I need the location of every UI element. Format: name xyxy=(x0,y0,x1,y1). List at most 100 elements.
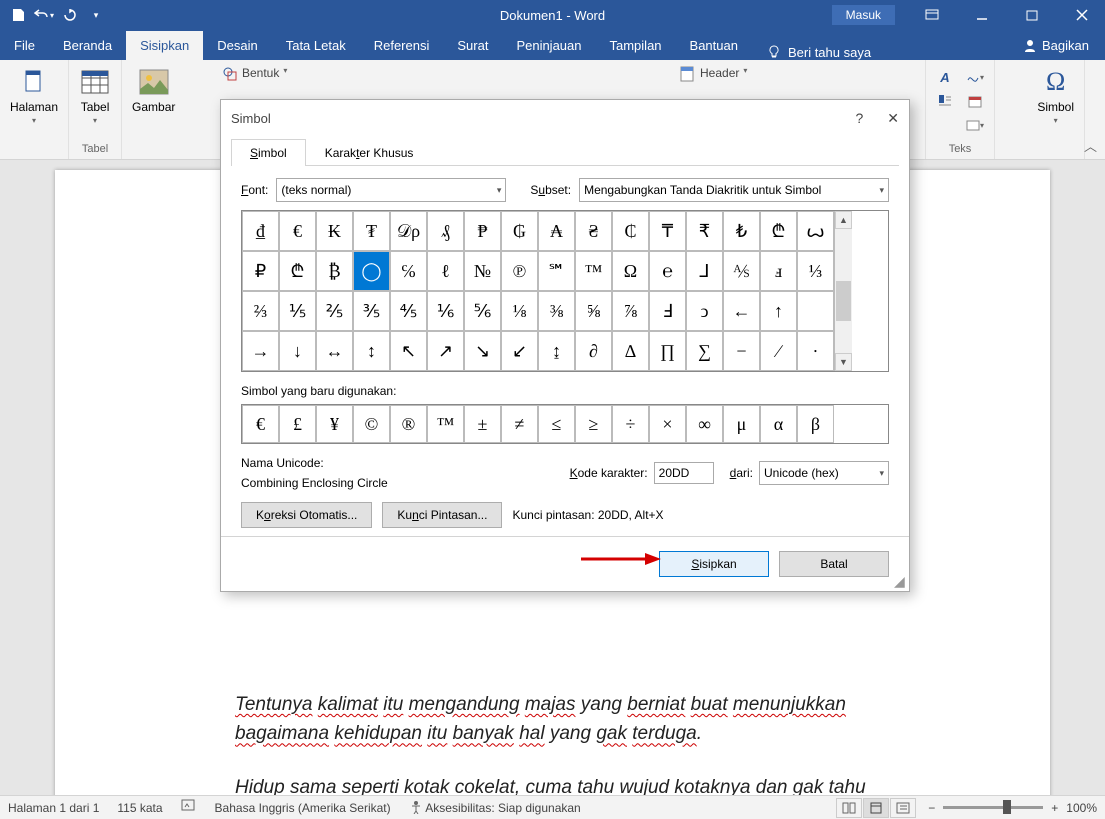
zoom-out-button[interactable]: − xyxy=(928,801,935,815)
date-time-icon[interactable] xyxy=(964,90,986,112)
tab-sisipkan[interactable]: Sisipkan xyxy=(126,31,203,60)
tab-desain[interactable]: Desain xyxy=(203,31,271,60)
resize-grip-icon[interactable]: ◢ xyxy=(894,576,906,588)
symbol-cell[interactable]: ∙ xyxy=(797,331,834,371)
symbol-cell[interactable]: ₫ xyxy=(242,211,279,251)
zoom-level[interactable]: 100% xyxy=(1066,801,1097,815)
symbol-cell[interactable]: ∑ xyxy=(686,331,723,371)
symbol-cell[interactable]: ⅝ xyxy=(575,291,612,331)
scroll-up-icon[interactable]: ▲ xyxy=(835,211,852,229)
symbol-cell[interactable]: − xyxy=(723,331,760,371)
symbol-cell[interactable]: € xyxy=(279,211,316,251)
ribbon-display-options-icon[interactable] xyxy=(909,0,955,30)
symbol-cell[interactable]: ₽ xyxy=(242,251,279,291)
symbol-cell[interactable]: ⅚ xyxy=(464,291,501,331)
share-button[interactable]: Bagikan xyxy=(1007,31,1105,60)
scroll-thumb[interactable] xyxy=(836,281,851,321)
symbol-cell[interactable]: ↘ xyxy=(464,331,501,371)
symbol-cell[interactable]: ℗ xyxy=(501,251,538,291)
symbol-cell[interactable]: ↙ xyxy=(501,331,538,371)
tab-beranda[interactable]: Beranda xyxy=(49,31,126,60)
recent-symbol-cell[interactable]: μ xyxy=(723,405,760,443)
tab-surat[interactable]: Surat xyxy=(443,31,502,60)
customize-qat-icon[interactable]: ▾ xyxy=(84,3,108,27)
tab-peninjauan[interactable]: Peninjauan xyxy=(502,31,595,60)
symbol-cell[interactable]: ∕ xyxy=(760,331,797,371)
recent-symbol-cell[interactable]: © xyxy=(353,405,390,443)
close-button[interactable] xyxy=(1059,0,1105,30)
recent-symbol-cell[interactable]: ™ xyxy=(427,405,464,443)
symbol-cell[interactable]: ₹ xyxy=(686,211,723,251)
character-code-input[interactable]: 20DD xyxy=(654,462,714,484)
tabel-button[interactable]: Tabel ▾ xyxy=(75,64,115,127)
symbol-cell[interactable]: ⅘ xyxy=(390,291,427,331)
symbol-cell[interactable]: ∏ xyxy=(649,331,686,371)
gambar-button[interactable]: Gambar xyxy=(128,64,179,116)
repeat-icon[interactable] xyxy=(58,3,82,27)
font-select[interactable]: (teks normal)▾ xyxy=(276,178,506,202)
symbol-cell[interactable]: ⅔ xyxy=(242,291,279,331)
symbol-cell[interactable]: ∂ xyxy=(575,331,612,371)
symbol-cell[interactable]: Ⅎ xyxy=(649,291,686,331)
symbol-cell[interactable]: ℅ xyxy=(390,251,427,291)
symbol-cell[interactable]: 𝒟ρ xyxy=(390,211,427,251)
word-count[interactable]: 115 kata xyxy=(117,801,162,815)
simbol-button[interactable]: Ω Simbol ▾ xyxy=(1033,64,1078,127)
recent-symbol-cell[interactable]: ≤ xyxy=(538,405,575,443)
symbol-cell[interactable]: ℮ xyxy=(649,251,686,291)
web-layout-icon[interactable] xyxy=(890,798,916,818)
symbol-cell[interactable]: ⅍ xyxy=(723,251,760,291)
tab-tata-letak[interactable]: Tata Letak xyxy=(272,31,360,60)
symbol-cell[interactable]: ℓ xyxy=(427,251,464,291)
tell-me-search[interactable]: Beri tahu saya xyxy=(752,44,885,60)
symbol-cell[interactable]: ₵ xyxy=(612,211,649,251)
symbol-cell[interactable]: ₮ xyxy=(353,211,390,251)
close-icon[interactable]: ✕ xyxy=(887,110,899,127)
symbol-cell[interactable]: Ω xyxy=(612,251,649,291)
bentuk-label[interactable]: Bentuk xyxy=(242,66,279,82)
recent-symbol-cell[interactable]: β xyxy=(797,405,834,443)
symbol-cell[interactable]: ↑ xyxy=(760,291,797,331)
symbol-cell[interactable]: → xyxy=(242,331,279,371)
object-icon[interactable]: ▾ xyxy=(964,114,986,136)
symbol-cell[interactable]: ⅃ xyxy=(686,251,723,291)
symbol-cell[interactable]: ⅕ xyxy=(279,291,316,331)
collapse-ribbon-icon[interactable]: ︿ xyxy=(1084,136,1097,155)
symbol-cell[interactable]: ₸ xyxy=(649,211,686,251)
symbol-cell[interactable]: ↓ xyxy=(279,331,316,371)
symbol-cell[interactable]: ₭ xyxy=(316,211,353,251)
symbol-cell[interactable]: ₿ xyxy=(316,251,353,291)
help-button[interactable]: ? xyxy=(855,110,863,126)
symbol-cell[interactable]: ⅖ xyxy=(316,291,353,331)
symbol-cell[interactable]: ⅓ xyxy=(797,251,834,291)
minimize-button[interactable] xyxy=(959,0,1005,30)
symbol-cell[interactable]: ₲ xyxy=(501,211,538,251)
symbol-cell[interactable]: ◯ xyxy=(353,251,390,291)
symbol-cell[interactable]: ↕ xyxy=(353,331,390,371)
scroll-down-icon[interactable]: ▼ xyxy=(835,353,852,371)
symbol-cell[interactable]: № xyxy=(464,251,501,291)
symbol-cell[interactable]: ⅜ xyxy=(538,291,575,331)
symbol-cell[interactable]: ₱ xyxy=(464,211,501,251)
symbol-cell[interactable]: ← xyxy=(723,291,760,331)
symbol-cell[interactable]: ⅎ xyxy=(760,251,797,291)
symbol-cell[interactable]: ↔ xyxy=(316,331,353,371)
spellcheck-icon[interactable] xyxy=(181,799,197,816)
symbol-cell[interactable]: ™ xyxy=(575,251,612,291)
symbol-cell[interactable]: ₾ xyxy=(760,211,797,251)
dialog-tab-simbol[interactable]: Simbol xyxy=(231,139,306,166)
recent-symbol-cell[interactable]: ≠ xyxy=(501,405,538,443)
dropcap-icon[interactable] xyxy=(934,90,956,112)
tab-bantuan[interactable]: Bantuan xyxy=(676,31,752,60)
recent-symbol-cell[interactable]: × xyxy=(649,405,686,443)
symbol-cell[interactable]: ↗ xyxy=(427,331,464,371)
dialog-titlebar[interactable]: Simbol ? ✕ xyxy=(221,100,909,136)
accessibility-status[interactable]: Aksesibilitas: Siap digunakan xyxy=(409,800,581,815)
tab-referensi[interactable]: Referensi xyxy=(360,31,444,60)
symbol-cell[interactable]: ₳ xyxy=(538,211,575,251)
save-icon[interactable] xyxy=(6,3,30,27)
autocorrect-button[interactable]: Koreksi Otomatis... xyxy=(241,502,372,528)
symbol-scrollbar[interactable]: ▲ ▼ xyxy=(834,211,852,371)
symbol-cell[interactable]: ₰ xyxy=(427,211,464,251)
undo-icon[interactable]: ▾ xyxy=(32,3,56,27)
